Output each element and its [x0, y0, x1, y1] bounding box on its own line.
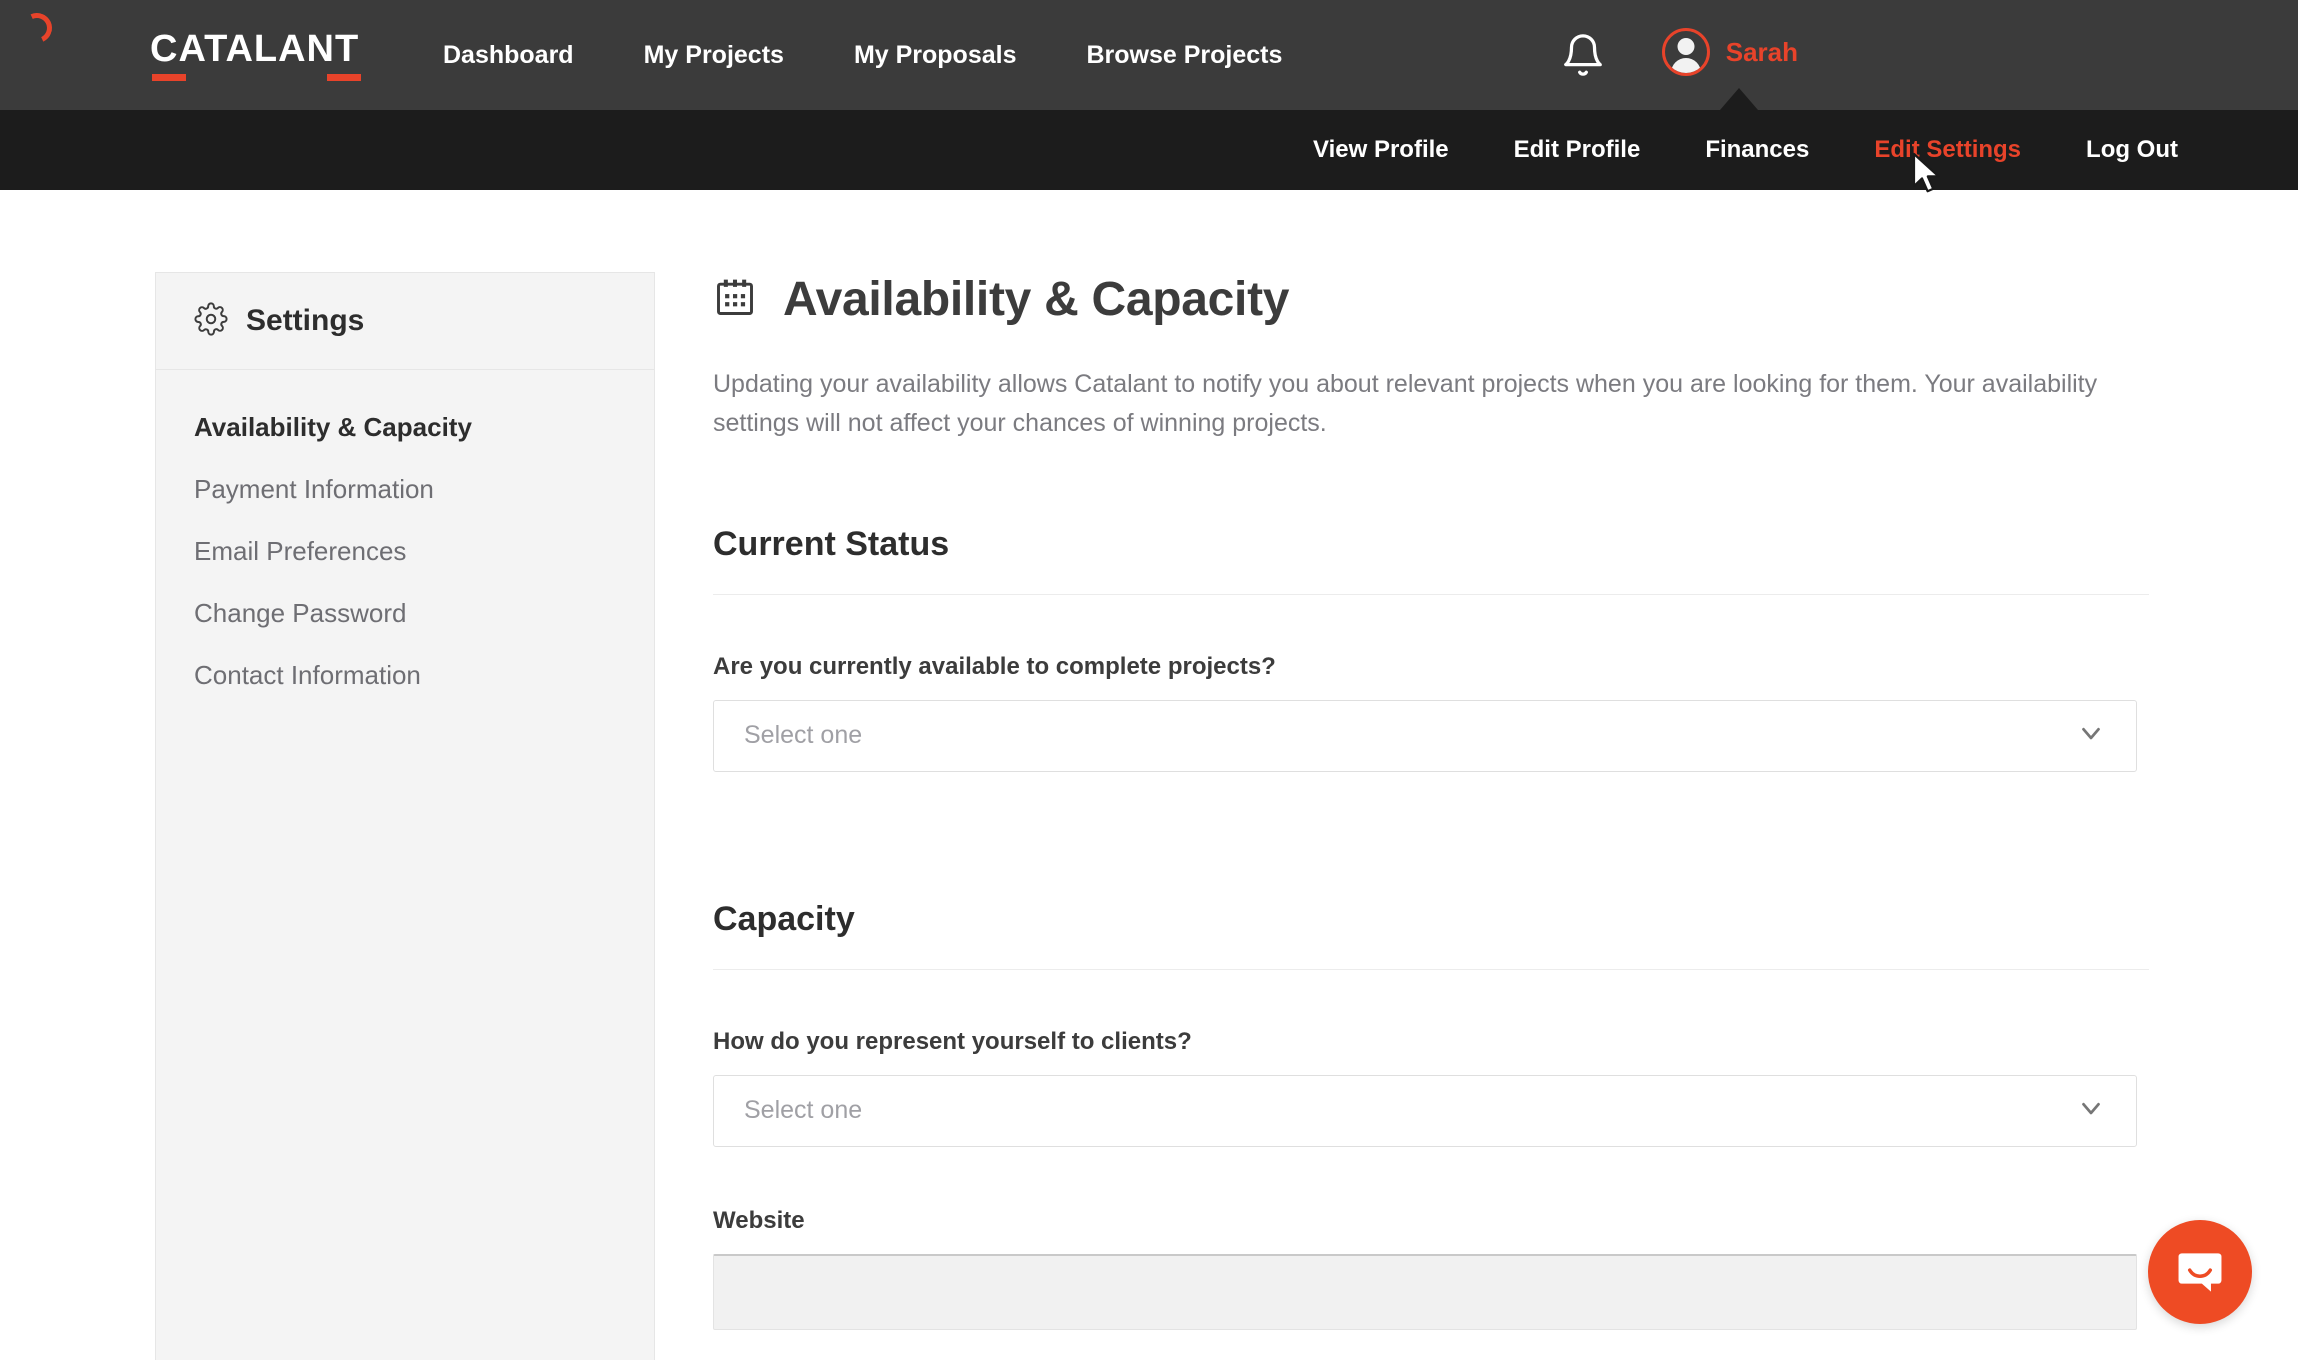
sidebar-item-email-preferences[interactable]: Email Preferences — [194, 536, 654, 567]
sidebar-header: Settings — [156, 273, 654, 370]
website-input[interactable] — [713, 1253, 2137, 1330]
profile-sub-navigation-bar: View Profile Edit Profile Finances Edit … — [0, 110, 2298, 190]
subnav-link-finances[interactable]: Finances — [1705, 136, 1809, 164]
field-label-website: Website — [713, 1206, 805, 1234]
section-title-capacity: Capacity — [713, 899, 855, 938]
page-description: Updating your availability allows Catala… — [713, 370, 2098, 437]
catalant-logo[interactable]: CATALANT — [150, 30, 359, 68]
avatar-body-shape — [1670, 58, 1701, 73]
field-label-availability: Are you currently available to complete … — [713, 652, 1276, 680]
settings-sidebar: Settings Availability & Capacity Payment… — [155, 272, 655, 1360]
subnav-link-view-profile[interactable]: View Profile — [1313, 136, 1449, 164]
notification-bell-icon[interactable] — [1560, 32, 1606, 78]
primary-nav-links: Dashboard My Projects My Proposals Brows… — [443, 0, 1282, 110]
section-divider-current-status — [713, 593, 2149, 595]
section-divider-capacity — [713, 968, 2149, 970]
nav-link-my-projects[interactable]: My Projects — [644, 41, 784, 70]
user-avatar-icon — [1661, 28, 1710, 76]
sidebar-title: Settings — [246, 304, 365, 337]
availability-select-placeholder: Select one — [744, 721, 863, 749]
calendar-icon — [713, 275, 757, 324]
sidebar-item-payment-information[interactable]: Payment Information — [194, 474, 654, 505]
chevron-down-icon — [2076, 1093, 2106, 1128]
representation-select[interactable]: Select one — [713, 1074, 2137, 1147]
field-label-representation: How do you represent yourself to clients… — [713, 1027, 1192, 1055]
logo-underline-accent-right — [327, 74, 361, 81]
section-title-current-status: Current Status — [713, 524, 950, 563]
sidebar-item-contact-information[interactable]: Contact Information — [194, 660, 654, 691]
main-content: Availability & Capacity Updating your av… — [713, 272, 2149, 1330]
chevron-down-icon — [2076, 718, 2106, 753]
subnav-link-edit-settings[interactable]: Edit Settings — [1874, 136, 2021, 164]
field-spacer — [713, 1147, 2149, 1207]
loading-spinner-icon — [17, 8, 57, 48]
subnav-link-log-out[interactable]: Log Out — [2086, 136, 2178, 164]
page-title: Availability & Capacity — [783, 273, 1290, 326]
logo-underline-accent-left — [152, 74, 186, 81]
sidebar-menu-list: Availability & Capacity Payment Informat… — [156, 370, 654, 691]
avatar-head-shape — [1677, 38, 1695, 55]
availability-select[interactable]: Select one — [713, 699, 2137, 772]
nav-link-my-proposals[interactable]: My Proposals — [854, 41, 1017, 70]
page-header: Availability & Capacity — [713, 272, 2149, 327]
nav-link-dashboard[interactable]: Dashboard — [443, 41, 574, 70]
nav-link-browse-projects[interactable]: Browse Projects — [1087, 41, 1283, 70]
sidebar-item-availability-capacity[interactable]: Availability & Capacity — [194, 412, 654, 443]
sidebar-item-change-password[interactable]: Change Password — [194, 598, 654, 629]
user-menu-caret-icon — [1720, 88, 1758, 110]
user-menu-button[interactable]: Sarah — [1661, 28, 1798, 76]
subnav-link-edit-profile[interactable]: Edit Profile — [1514, 136, 1641, 164]
top-navigation-bar: CATALANT Dashboard My Projects My Propos… — [0, 0, 2298, 110]
username-label: Sarah — [1725, 36, 1798, 67]
chat-bubble-icon[interactable] — [2148, 1220, 2252, 1324]
gear-icon — [194, 301, 228, 341]
representation-select-placeholder: Select one — [744, 1096, 863, 1124]
